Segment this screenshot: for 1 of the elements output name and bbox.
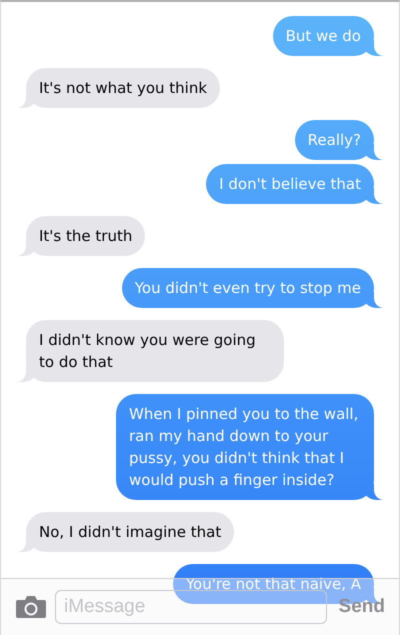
camera-icon[interactable] bbox=[15, 595, 47, 619]
